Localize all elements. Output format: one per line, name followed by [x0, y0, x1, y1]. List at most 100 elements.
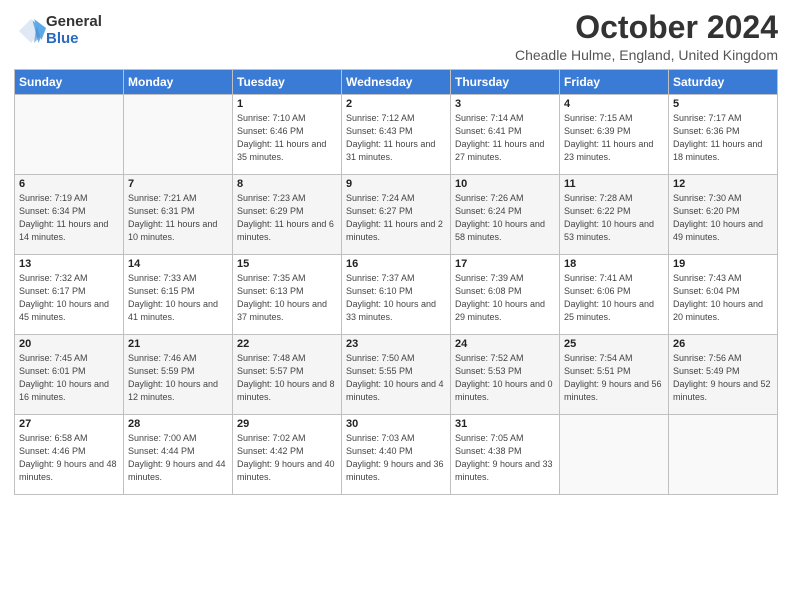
day-detail: Sunrise: 7:56 AM Sunset: 5:49 PM Dayligh… — [673, 352, 773, 404]
day-number: 11 — [564, 178, 664, 190]
day-number: 14 — [128, 258, 228, 270]
day-detail: Sunrise: 7:32 AM Sunset: 6:17 PM Dayligh… — [19, 272, 119, 324]
calendar-table: SundayMondayTuesdayWednesdayThursdayFrid… — [14, 69, 778, 495]
day-detail: Sunrise: 7:19 AM Sunset: 6:34 PM Dayligh… — [19, 192, 119, 244]
day-number: 12 — [673, 178, 773, 190]
day-detail: Sunrise: 7:46 AM Sunset: 5:59 PM Dayligh… — [128, 352, 228, 404]
day-detail: Sunrise: 7:33 AM Sunset: 6:15 PM Dayligh… — [128, 272, 228, 324]
day-cell — [15, 95, 124, 175]
logo-general: General — [46, 14, 102, 31]
col-header-monday: Monday — [124, 70, 233, 95]
day-cell: 5 Sunrise: 7:17 AM Sunset: 6:36 PM Daylig… — [669, 95, 778, 175]
day-cell: 14 Sunrise: 7:33 AM Sunset: 6:15 PM Dayli… — [124, 255, 233, 335]
day-cell: 2Sunrise: 7:12 AM Sunset: 6:43 PM Daylig… — [342, 95, 451, 175]
day-detail: Sunrise: 7:45 AM Sunset: 6:01 PM Dayligh… — [19, 352, 119, 404]
header: General Blue October 2024 Cheadle Hulme,… — [14, 10, 778, 63]
week-row-2: 6 Sunrise: 7:19 AM Sunset: 6:34 PM Daylig… — [15, 175, 778, 255]
day-detail: Sunrise: 7:50 AM Sunset: 5:55 PM Dayligh… — [346, 352, 446, 404]
day-detail: Sunrise: 7:30 AM Sunset: 6:20 PM Dayligh… — [673, 192, 773, 244]
day-detail: Sunrise: 7:02 AM Sunset: 4:42 PM Dayligh… — [237, 432, 337, 484]
day-number: 21 — [128, 338, 228, 350]
day-detail: Sunrise: 7:10 AM Sunset: 6:46 PM Dayligh… — [237, 112, 337, 164]
col-header-sunday: Sunday — [15, 70, 124, 95]
day-cell: 16Sunrise: 7:37 AM Sunset: 6:10 PM Dayli… — [342, 255, 451, 335]
day-detail: Sunrise: 7:43 AM Sunset: 6:04 PM Dayligh… — [673, 272, 773, 324]
day-number: 27 — [19, 418, 119, 430]
col-header-tuesday: Tuesday — [233, 70, 342, 95]
day-number: 26 — [673, 338, 773, 350]
day-number: 7 — [128, 178, 228, 190]
day-number: 29 — [237, 418, 337, 430]
logo-text: General Blue — [46, 14, 102, 47]
week-row-3: 13 Sunrise: 7:32 AM Sunset: 6:17 PM Dayli… — [15, 255, 778, 335]
day-cell: 11 Sunrise: 7:28 AM Sunset: 6:22 PM Dayli… — [560, 175, 669, 255]
day-cell: 27 Sunrise: 6:58 AM Sunset: 4:46 PM Dayli… — [15, 415, 124, 495]
day-number: 13 — [19, 258, 119, 270]
day-cell: 22 Sunrise: 7:48 AM Sunset: 5:57 PM Dayli… — [233, 335, 342, 415]
week-row-5: 27 Sunrise: 6:58 AM Sunset: 4:46 PM Dayli… — [15, 415, 778, 495]
day-detail: Sunrise: 7:05 AM Sunset: 4:38 PM Dayligh… — [455, 432, 555, 484]
day-cell: 3 Sunrise: 7:14 AM Sunset: 6:41 PM Daylig… — [451, 95, 560, 175]
day-number: 24 — [455, 338, 555, 350]
day-number: 16 — [346, 258, 446, 270]
day-detail: Sunrise: 7:03 AM Sunset: 4:40 PM Dayligh… — [346, 432, 446, 484]
day-detail: Sunrise: 7:15 AM Sunset: 6:39 PM Dayligh… — [564, 112, 664, 164]
day-cell: 17 Sunrise: 7:39 AM Sunset: 6:08 PM Dayli… — [451, 255, 560, 335]
day-cell: 21 Sunrise: 7:46 AM Sunset: 5:59 PM Dayli… — [124, 335, 233, 415]
day-cell: 6 Sunrise: 7:19 AM Sunset: 6:34 PM Daylig… — [15, 175, 124, 255]
day-cell — [560, 415, 669, 495]
day-cell: 7 Sunrise: 7:21 AM Sunset: 6:31 PM Daylig… — [124, 175, 233, 255]
day-number: 6 — [19, 178, 119, 190]
day-detail: Sunrise: 7:35 AM Sunset: 6:13 PM Dayligh… — [237, 272, 337, 324]
day-detail: Sunrise: 7:41 AM Sunset: 6:06 PM Dayligh… — [564, 272, 664, 324]
day-cell: 12 Sunrise: 7:30 AM Sunset: 6:20 PM Dayli… — [669, 175, 778, 255]
day-cell: 28 Sunrise: 7:00 AM Sunset: 4:44 PM Dayli… — [124, 415, 233, 495]
page: General Blue October 2024 Cheadle Hulme,… — [0, 0, 792, 612]
day-cell: 15Sunrise: 7:35 AM Sunset: 6:13 PM Dayli… — [233, 255, 342, 335]
day-cell: 31 Sunrise: 7:05 AM Sunset: 4:38 PM Dayli… — [451, 415, 560, 495]
day-detail: Sunrise: 7:00 AM Sunset: 4:44 PM Dayligh… — [128, 432, 228, 484]
day-number: 1 — [237, 98, 337, 110]
day-detail: Sunrise: 6:58 AM Sunset: 4:46 PM Dayligh… — [19, 432, 119, 484]
day-number: 9 — [346, 178, 446, 190]
day-number: 3 — [455, 98, 555, 110]
day-number: 28 — [128, 418, 228, 430]
day-cell: 13 Sunrise: 7:32 AM Sunset: 6:17 PM Dayli… — [15, 255, 124, 335]
day-cell: 24 Sunrise: 7:52 AM Sunset: 5:53 PM Dayli… — [451, 335, 560, 415]
day-detail: Sunrise: 7:14 AM Sunset: 6:41 PM Dayligh… — [455, 112, 555, 164]
day-cell: 25Sunrise: 7:54 AM Sunset: 5:51 PM Dayli… — [560, 335, 669, 415]
calendar-header-row: SundayMondayTuesdayWednesdayThursdayFrid… — [15, 70, 778, 95]
day-detail: Sunrise: 7:54 AM Sunset: 5:51 PM Dayligh… — [564, 352, 664, 404]
day-detail: Sunrise: 7:26 AM Sunset: 6:24 PM Dayligh… — [455, 192, 555, 244]
month-title: October 2024 — [515, 10, 778, 45]
day-number: 2 — [346, 98, 446, 110]
day-detail: Sunrise: 7:52 AM Sunset: 5:53 PM Dayligh… — [455, 352, 555, 404]
day-cell: 20 Sunrise: 7:45 AM Sunset: 6:01 PM Dayli… — [15, 335, 124, 415]
day-number: 20 — [19, 338, 119, 350]
day-number: 4 — [564, 98, 664, 110]
day-number: 30 — [346, 418, 446, 430]
day-number: 22 — [237, 338, 337, 350]
day-detail: Sunrise: 7:39 AM Sunset: 6:08 PM Dayligh… — [455, 272, 555, 324]
col-header-saturday: Saturday — [669, 70, 778, 95]
day-number: 5 — [673, 98, 773, 110]
logo-blue: Blue — [46, 31, 102, 48]
week-row-1: 1 Sunrise: 7:10 AM Sunset: 6:46 PM Daylig… — [15, 95, 778, 175]
day-cell: 19Sunrise: 7:43 AM Sunset: 6:04 PM Dayli… — [669, 255, 778, 335]
logo-icon — [16, 16, 46, 46]
day-cell: 1 Sunrise: 7:10 AM Sunset: 6:46 PM Daylig… — [233, 95, 342, 175]
week-row-4: 20 Sunrise: 7:45 AM Sunset: 6:01 PM Dayli… — [15, 335, 778, 415]
day-number: 17 — [455, 258, 555, 270]
day-detail: Sunrise: 7:17 AM Sunset: 6:36 PM Dayligh… — [673, 112, 773, 164]
col-header-friday: Friday — [560, 70, 669, 95]
day-detail: Sunrise: 7:28 AM Sunset: 6:22 PM Dayligh… — [564, 192, 664, 244]
day-detail: Sunrise: 7:48 AM Sunset: 5:57 PM Dayligh… — [237, 352, 337, 404]
day-cell: 30 Sunrise: 7:03 AM Sunset: 4:40 PM Dayli… — [342, 415, 451, 495]
day-detail: Sunrise: 7:24 AM Sunset: 6:27 PM Dayligh… — [346, 192, 446, 244]
location: Cheadle Hulme, England, United Kingdom — [515, 47, 778, 63]
day-cell: 18Sunrise: 7:41 AM Sunset: 6:06 PM Dayli… — [560, 255, 669, 335]
day-detail: Sunrise: 7:21 AM Sunset: 6:31 PM Dayligh… — [128, 192, 228, 244]
title-block: October 2024 Cheadle Hulme, England, Uni… — [515, 10, 778, 63]
day-cell: 10Sunrise: 7:26 AM Sunset: 6:24 PM Dayli… — [451, 175, 560, 255]
day-number: 31 — [455, 418, 555, 430]
